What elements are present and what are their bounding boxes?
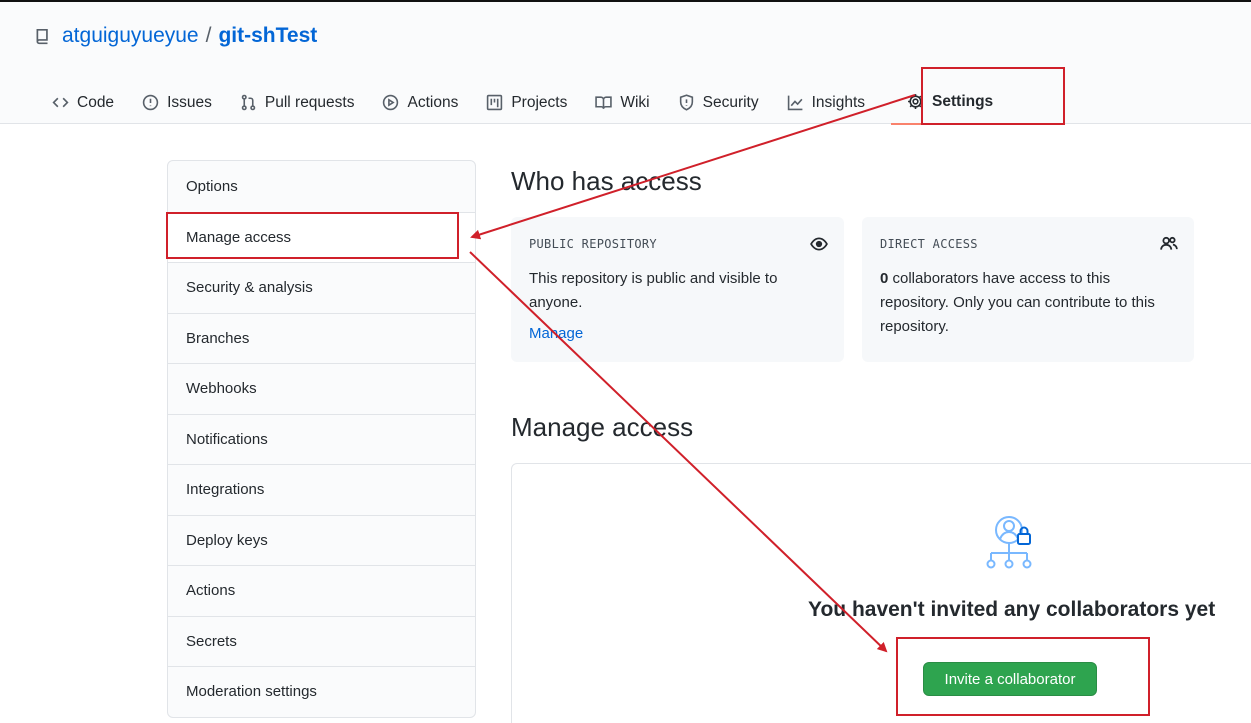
tab-label: Insights	[811, 93, 866, 111]
tab-label: Code	[77, 93, 115, 111]
repo-tabs: Code Issues Pull requests Actions Projec…	[38, 80, 1010, 125]
project-icon	[487, 94, 503, 111]
tab-label: Pull requests	[264, 93, 355, 111]
tab-label: Wiki	[620, 93, 650, 111]
tab-insights[interactable]: Insights	[773, 80, 879, 125]
pull-request-icon	[241, 94, 256, 111]
tab-code[interactable]: Code	[38, 80, 128, 125]
manage-link[interactable]: Manage	[529, 325, 826, 342]
collaborators-box: You haven't invited any collaborators ye…	[511, 463, 1251, 723]
tab-label: Issues	[167, 93, 212, 111]
repo-separator: /	[205, 24, 212, 47]
sidebar-item-notifications[interactable]: Notifications	[168, 413, 475, 465]
tab-label: Projects	[511, 93, 568, 111]
repo-owner-link[interactable]: atguiguyueyue	[62, 24, 199, 48]
sidebar-item-integrations[interactable]: Integrations	[168, 464, 475, 515]
tab-label: Settings	[932, 92, 994, 110]
sidebar-item-secrets[interactable]: Secrets	[168, 615, 475, 667]
who-has-access-title: Who has access	[511, 166, 702, 196]
tab-issues[interactable]: Issues	[128, 80, 226, 125]
collaborator-text: collaborators have access to this reposi…	[880, 270, 1155, 335]
invite-collaborator-button[interactable]: Invite a collaborator	[923, 662, 1097, 696]
repo-title: atguiguyueyue / git-shTest	[34, 24, 317, 48]
sidebar-item-security-analysis[interactable]: Security & analysis	[168, 262, 475, 313]
tab-label: Security	[702, 93, 759, 111]
tab-actions[interactable]: Actions	[368, 80, 472, 125]
play-icon	[383, 94, 399, 111]
direct-access-card: DIRECT ACCESS 0 collaborators have acces…	[862, 217, 1194, 362]
tab-pull-requests[interactable]: Pull requests	[226, 80, 369, 125]
card-text: This repository is public and visible to…	[529, 270, 778, 311]
tab-wiki[interactable]: Wiki	[581, 80, 663, 125]
issue-icon	[142, 94, 159, 111]
repo-name-link[interactable]: git-shTest	[218, 24, 317, 48]
tab-security[interactable]: Security	[664, 80, 773, 125]
settings-sidebar: Options Manage access Security & analysi…	[167, 160, 476, 718]
graph-icon	[787, 95, 803, 111]
sidebar-item-webhooks[interactable]: Webhooks	[168, 363, 475, 414]
shield-icon	[679, 94, 693, 111]
tab-projects[interactable]: Projects	[472, 80, 581, 125]
sidebar-item-actions[interactable]: Actions	[168, 565, 475, 616]
people-icon	[1160, 236, 1178, 250]
repository-header: atguiguyueyue / git-shTest Code Issues P…	[0, 2, 1251, 125]
sidebar-item-deploy-keys[interactable]: Deploy keys	[168, 514, 475, 566]
sidebar-item-branches[interactable]: Branches	[168, 312, 475, 364]
sidebar-item-moderation-settings[interactable]: Moderation settings	[168, 666, 475, 717]
sidebar-item-options[interactable]: Options	[168, 161, 475, 212]
code-icon	[52, 97, 69, 108]
card-label: PUBLIC REPOSITORY	[529, 237, 657, 251]
sidebar-item-manage-access[interactable]: Manage access	[168, 211, 475, 262]
gear-icon	[908, 94, 923, 109]
repo-icon	[36, 28, 48, 45]
public-repository-card: PUBLIC REPOSITORY This repository is pub…	[511, 217, 844, 362]
book-icon	[595, 96, 613, 110]
collaborators-icon	[986, 516, 1032, 569]
tab-label: Actions	[407, 93, 459, 111]
tab-settings[interactable]: Settings	[891, 80, 1010, 125]
eye-icon	[810, 237, 828, 251]
manage-access-title: Manage access	[511, 412, 694, 442]
empty-state-message: You haven't invited any collaborators ye…	[808, 598, 1216, 621]
card-text: 0 collaborators have access to this repo…	[880, 267, 1176, 339]
card-label: DIRECT ACCESS	[880, 237, 978, 251]
